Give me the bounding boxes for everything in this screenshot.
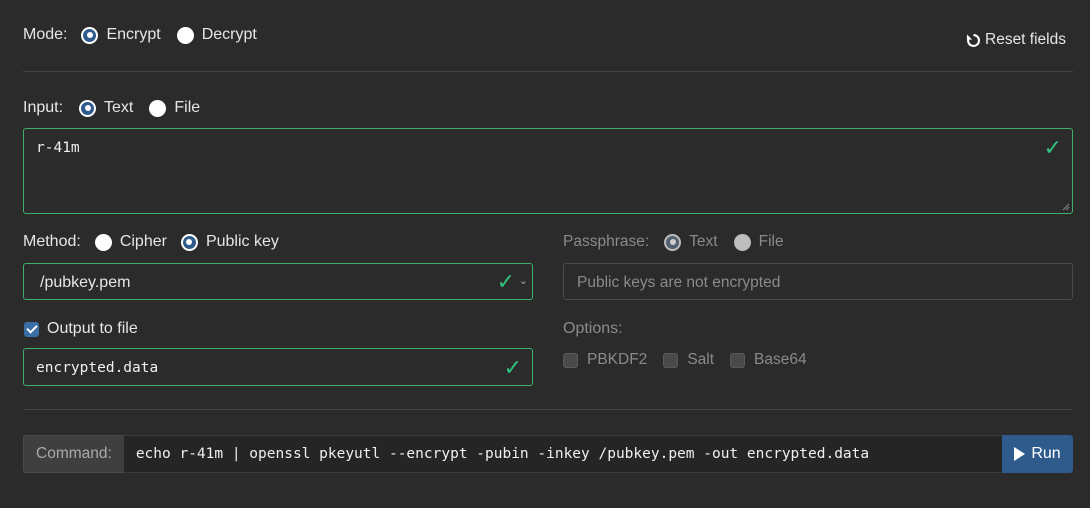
divider-bottom (23, 409, 1073, 410)
play-icon (1014, 447, 1026, 461)
method-cipher-label[interactable]: Cipher (120, 233, 167, 251)
reset-icon (966, 33, 980, 47)
method-public-key-label[interactable]: Public key (206, 233, 279, 251)
input-file-label[interactable]: File (174, 99, 200, 117)
valid-check-icon: ✓ (496, 269, 515, 294)
command-bar: Command: echo r-41m | openssl pkeyutl --… (23, 435, 1073, 473)
mode-encrypt-label[interactable]: Encrypt (106, 26, 160, 44)
resize-handle-icon[interactable] (1062, 203, 1070, 211)
salt-label[interactable]: Salt (687, 351, 714, 369)
options-label: Options: (563, 320, 623, 337)
pbkdf2-checkbox[interactable] (563, 352, 578, 368)
passphrase-file-radio[interactable] (733, 233, 751, 251)
command-label: Command: (23, 435, 124, 473)
method-public-key-radio[interactable] (180, 233, 198, 251)
options-group: PBKDF2 Salt Base64 (563, 351, 807, 369)
salt-checkbox[interactable] (663, 352, 679, 368)
output-to-file-checkbox[interactable] (24, 321, 39, 337)
passphrase-group: Passphrase: Text File (563, 233, 784, 251)
reset-fields-label: Reset fields (985, 31, 1066, 48)
divider-top (23, 71, 1073, 72)
passphrase-label: Passphrase: (563, 233, 650, 250)
input-text-radio[interactable] (79, 99, 97, 117)
output-filename-value: encrypted.data (36, 360, 159, 376)
method-group: Method: Cipher Public key (23, 233, 279, 251)
run-label: Run (1031, 445, 1061, 462)
input-text-label[interactable]: Text (104, 99, 133, 117)
run-button[interactable]: Run (1002, 435, 1073, 473)
mode-decrypt-radio[interactable] (176, 26, 194, 44)
key-file-value: /pubkey.pem (40, 274, 131, 291)
base64-label[interactable]: Base64 (754, 351, 807, 369)
chevron-down-icon: ⌄ (518, 275, 528, 287)
base64-checkbox[interactable] (730, 352, 746, 368)
input-textarea[interactable]: r-41m ✓ (23, 128, 1073, 214)
input-text-value: r-41m (36, 140, 80, 156)
mode-group: Mode: Encrypt Decrypt (23, 26, 257, 44)
passphrase-text-label[interactable]: Text (689, 233, 717, 251)
reset-fields-button[interactable]: Reset fields (966, 31, 1066, 49)
method-cipher-radio[interactable] (94, 233, 112, 251)
mode-encrypt-radio[interactable] (81, 26, 99, 44)
mode-label: Mode: (23, 26, 68, 43)
passphrase-text-radio[interactable] (664, 233, 682, 251)
passphrase-placeholder: Public keys are not encrypted (577, 274, 781, 291)
passphrase-input[interactable]: Public keys are not encrypted (563, 263, 1073, 300)
valid-check-icon: ✓ (503, 355, 522, 380)
output-filename-input[interactable]: encrypted.data ✓ (23, 348, 533, 386)
valid-check-icon: ✓ (1043, 135, 1062, 160)
passphrase-file-label[interactable]: File (759, 233, 784, 251)
command-text[interactable]: echo r-41m | openssl pkeyutl --encrypt -… (123, 435, 1002, 473)
input-label: Input: (23, 99, 64, 116)
key-file-select[interactable]: /pubkey.pem ✓ ⌄ (23, 263, 533, 300)
output-to-file-label[interactable]: Output to file (47, 320, 138, 338)
input-group: Input: Text File (23, 99, 200, 117)
input-file-radio[interactable] (149, 99, 167, 117)
method-label: Method: (23, 233, 81, 250)
pbkdf2-label[interactable]: PBKDF2 (587, 351, 647, 369)
mode-decrypt-label[interactable]: Decrypt (202, 26, 257, 44)
output-to-file-group: Output to file (24, 320, 138, 338)
